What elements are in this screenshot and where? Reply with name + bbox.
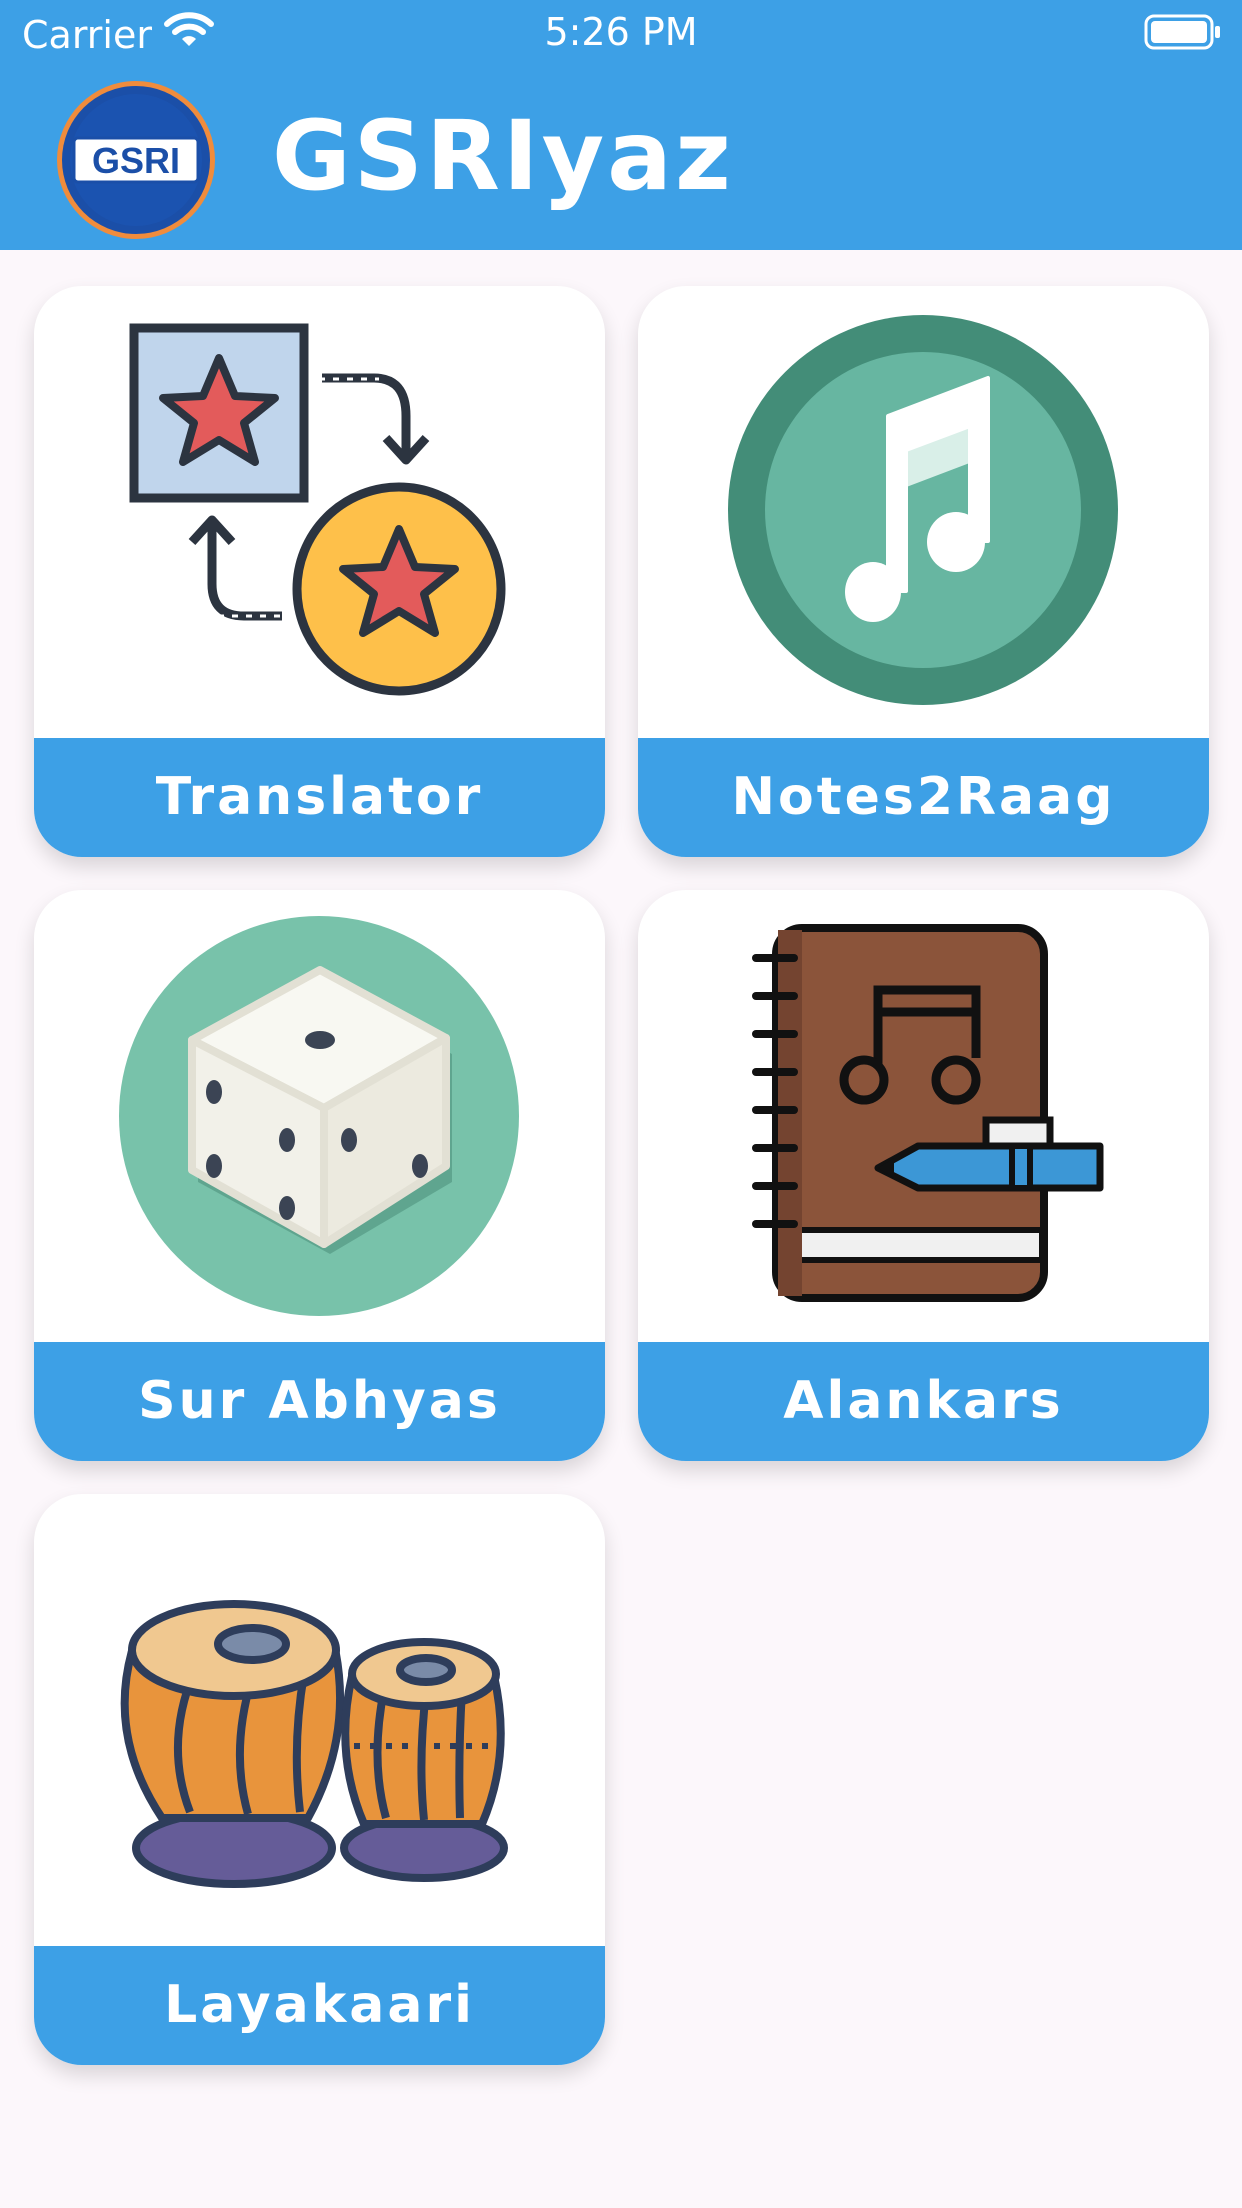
tile-alankars[interactable]: Alankars xyxy=(638,890,1209,1461)
app-header: Carrier 5:26 PM GSRI GSRIyaz xyxy=(0,0,1242,250)
dice-icon xyxy=(34,890,605,1342)
tile-label: Alankars xyxy=(638,1342,1209,1461)
logo-text: GSRI xyxy=(92,140,180,181)
tile-label: Layakaari xyxy=(34,1946,605,2065)
tile-label: Sur Abhyas xyxy=(34,1342,605,1461)
tile-label: Notes2Raag xyxy=(638,738,1209,857)
tile-sur-abhyas[interactable]: Sur Abhyas xyxy=(34,890,605,1461)
status-bar: Carrier 5:26 PM xyxy=(0,0,1242,66)
tile-translator[interactable]: Translator xyxy=(34,286,605,857)
music-notebook-icon xyxy=(638,890,1209,1342)
tile-notes2raag[interactable]: Notes2Raag xyxy=(638,286,1209,857)
tabla-icon xyxy=(34,1494,605,1946)
tile-label: Translator xyxy=(34,738,605,857)
gsri-logo: GSRI xyxy=(54,78,218,242)
tile-layakaari[interactable]: Layakaari xyxy=(34,1494,605,2065)
battery-icon xyxy=(1144,14,1222,61)
translate-stars-icon xyxy=(34,286,605,738)
app-title: GSRIyaz xyxy=(272,100,734,212)
music-note-icon xyxy=(638,286,1209,738)
status-time: 5:26 PM xyxy=(544,10,698,54)
